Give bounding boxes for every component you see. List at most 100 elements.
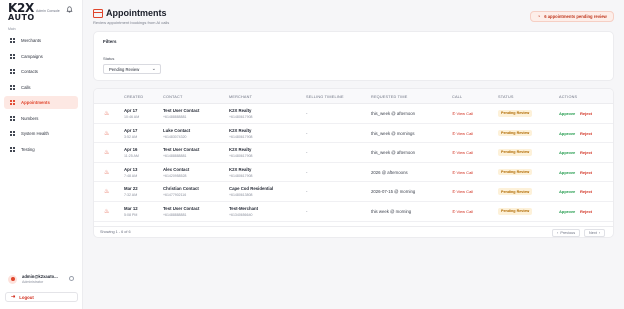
table-row[interactable]: ♨ Apr 17 10:46 AM Test User Contact +614… xyxy=(94,104,613,124)
logout-label: Logout xyxy=(19,294,34,300)
contact-phone: +61483074320 xyxy=(163,134,187,139)
flame-icon: ♨ xyxy=(104,209,110,215)
approve-button[interactable]: Approve xyxy=(559,150,575,155)
table-footer: Showing 1 - 6 of 6 ‹ Previous Next › xyxy=(94,226,613,237)
chevron-right-icon: › xyxy=(596,231,601,235)
created-time: 5:08 PM xyxy=(124,213,138,217)
next-page-button[interactable]: Next › xyxy=(584,229,606,237)
reject-button[interactable]: Reject xyxy=(580,111,592,116)
flame-icon: ♨ xyxy=(104,150,110,157)
reject-button[interactable]: Reject xyxy=(580,131,592,136)
table-row[interactable]: ♨ Mar 22 7:32 AM Christian Contact +6147… xyxy=(94,182,613,202)
created-date: Apr 13 xyxy=(124,166,138,172)
sidebar-item-campaigns[interactable]: Campaigns xyxy=(4,50,78,63)
contact-phone: +61477902116 xyxy=(163,193,187,198)
view-call-link[interactable]: ✆ View Call xyxy=(452,170,473,175)
previous-page-button[interactable]: ‹ Previous xyxy=(552,229,581,237)
status-select[interactable]: Pending Review ⌄ xyxy=(103,64,161,74)
sidebar-nav: Merchants Campaigns Contacts Calls Appoi… xyxy=(4,34,78,158)
column-header: REQUESTED TIME xyxy=(371,95,408,99)
sidebar-item-appointments[interactable]: Appointments xyxy=(4,96,78,109)
grid-icon xyxy=(10,69,15,74)
grid-icon xyxy=(10,53,15,59)
grid-icon xyxy=(10,38,15,43)
sidebar-item-contacts[interactable]: Contacts xyxy=(4,65,78,78)
approve-button[interactable]: Approve xyxy=(559,189,575,194)
column-header: STATUS xyxy=(498,95,514,99)
flame-icon: ♨ xyxy=(104,130,110,137)
flame-icon: ♨ xyxy=(104,169,110,176)
view-call-label: View Call xyxy=(456,111,474,116)
logo-bottom-text: AUTO xyxy=(8,13,35,22)
status-badge: Pending Review xyxy=(498,149,533,156)
contact-name: Alex Contact xyxy=(163,166,190,172)
status-badge: Pending Review xyxy=(498,208,533,215)
calendar-icon xyxy=(93,9,103,18)
gear-icon[interactable] xyxy=(69,276,74,281)
user-icon xyxy=(10,277,15,281)
logout-button[interactable]: ⇥ Logout xyxy=(5,292,78,302)
grid-icon xyxy=(10,84,15,90)
sidebar-item-label: System Health xyxy=(21,131,49,136)
table-row[interactable]: ♨ Apr 17 3:52 AM Luke Contact +614830743… xyxy=(94,124,613,144)
sidebar-section-label: Main xyxy=(8,27,16,31)
approve-button[interactable]: Approve xyxy=(559,111,575,116)
approve-button[interactable]: Approve xyxy=(559,170,575,175)
reject-button[interactable]: Reject xyxy=(580,189,592,194)
contact-name: Test User Contact xyxy=(163,206,200,211)
bell-icon[interactable] xyxy=(66,6,73,13)
merchant-name: K2X Realty xyxy=(229,108,252,113)
status-select-value: Pending Review xyxy=(109,66,140,72)
sidebar-item-label: Appointments xyxy=(21,100,50,105)
contact-phone: +61420958528 xyxy=(163,173,187,178)
view-call-link[interactable]: ✆ View Call xyxy=(452,150,473,155)
status-filter-label: Status xyxy=(103,56,115,61)
approve-button[interactable]: Approve xyxy=(559,209,575,214)
merchant-phone: +61480613808 xyxy=(229,193,253,198)
requested-time: this_week @ afternoon xyxy=(371,150,416,156)
merchant-phone: +61480617908 xyxy=(229,134,253,139)
status-badge: Pending Review xyxy=(498,129,533,137)
pending-review-label: 6 appointments pending review xyxy=(544,14,607,19)
view-call-link[interactable]: ✆ View Call xyxy=(452,189,473,194)
sidebar-item-label: Numbers xyxy=(21,115,39,121)
contact-phone: +61488888881 xyxy=(163,115,187,119)
reject-button[interactable]: Reject xyxy=(580,209,592,214)
column-header: SELLING TIMELINE xyxy=(306,95,344,99)
avatar xyxy=(8,274,17,284)
view-call-link[interactable]: ✆ View Call xyxy=(452,131,473,136)
requested-time: this week @ morning xyxy=(371,209,412,214)
approve-button[interactable]: Approve xyxy=(559,131,575,136)
requested-time: this_week @ mornings xyxy=(371,130,415,136)
sidebar-item-label: Calls xyxy=(21,84,31,90)
reject-button[interactable]: Reject xyxy=(580,170,592,175)
sidebar-item-numbers[interactable]: Numbers xyxy=(4,112,78,125)
sidebar-item-merchants[interactable]: Merchants xyxy=(4,34,78,47)
merchant-name: Cape Cod Residential xyxy=(229,186,274,192)
logout-icon: ⇥ xyxy=(11,294,16,300)
selling-timeline: - xyxy=(306,189,308,195)
table-row[interactable]: ♨ Apr 16 11:25 AM Test User Contact +614… xyxy=(94,143,613,163)
created-date: Mar 22 xyxy=(124,186,138,192)
created-time: 10:46 AM xyxy=(124,115,140,119)
sidebar-item-system-health[interactable]: System Health xyxy=(4,127,78,140)
merchant-name: Test-Merchant xyxy=(229,206,259,211)
selling-timeline: - xyxy=(306,169,308,175)
sidebar-item-testing[interactable]: Testing xyxy=(4,143,78,156)
grid-icon xyxy=(10,131,15,136)
user-profile[interactable]: admin@k2xauto... Administrator xyxy=(4,270,78,288)
view-call-link[interactable]: ✆ View Call xyxy=(452,111,473,116)
contact-phone: +61488888881 xyxy=(163,154,187,159)
view-call-label: View Call xyxy=(456,189,474,195)
sidebar-item-calls[interactable]: Calls xyxy=(4,81,78,94)
page-title: Appointments xyxy=(106,8,167,18)
merchant-phone: +61480617908 xyxy=(229,115,253,119)
brand[interactable]: K2X AUTO xyxy=(8,2,35,22)
table-row[interactable]: ♨ Apr 13 7:48 AM Alex Contact +614209585… xyxy=(94,163,613,183)
grid-icon xyxy=(10,115,15,121)
reject-button[interactable]: Reject xyxy=(580,150,592,155)
column-header: CALL xyxy=(452,95,463,99)
table-row[interactable]: ♨ Mar 12 5:08 PM Test User Contact +6148… xyxy=(94,202,613,222)
view-call-link[interactable]: ✆ View Call xyxy=(452,209,473,214)
pending-review-badge: ◔ 6 appointments pending review xyxy=(530,11,614,22)
